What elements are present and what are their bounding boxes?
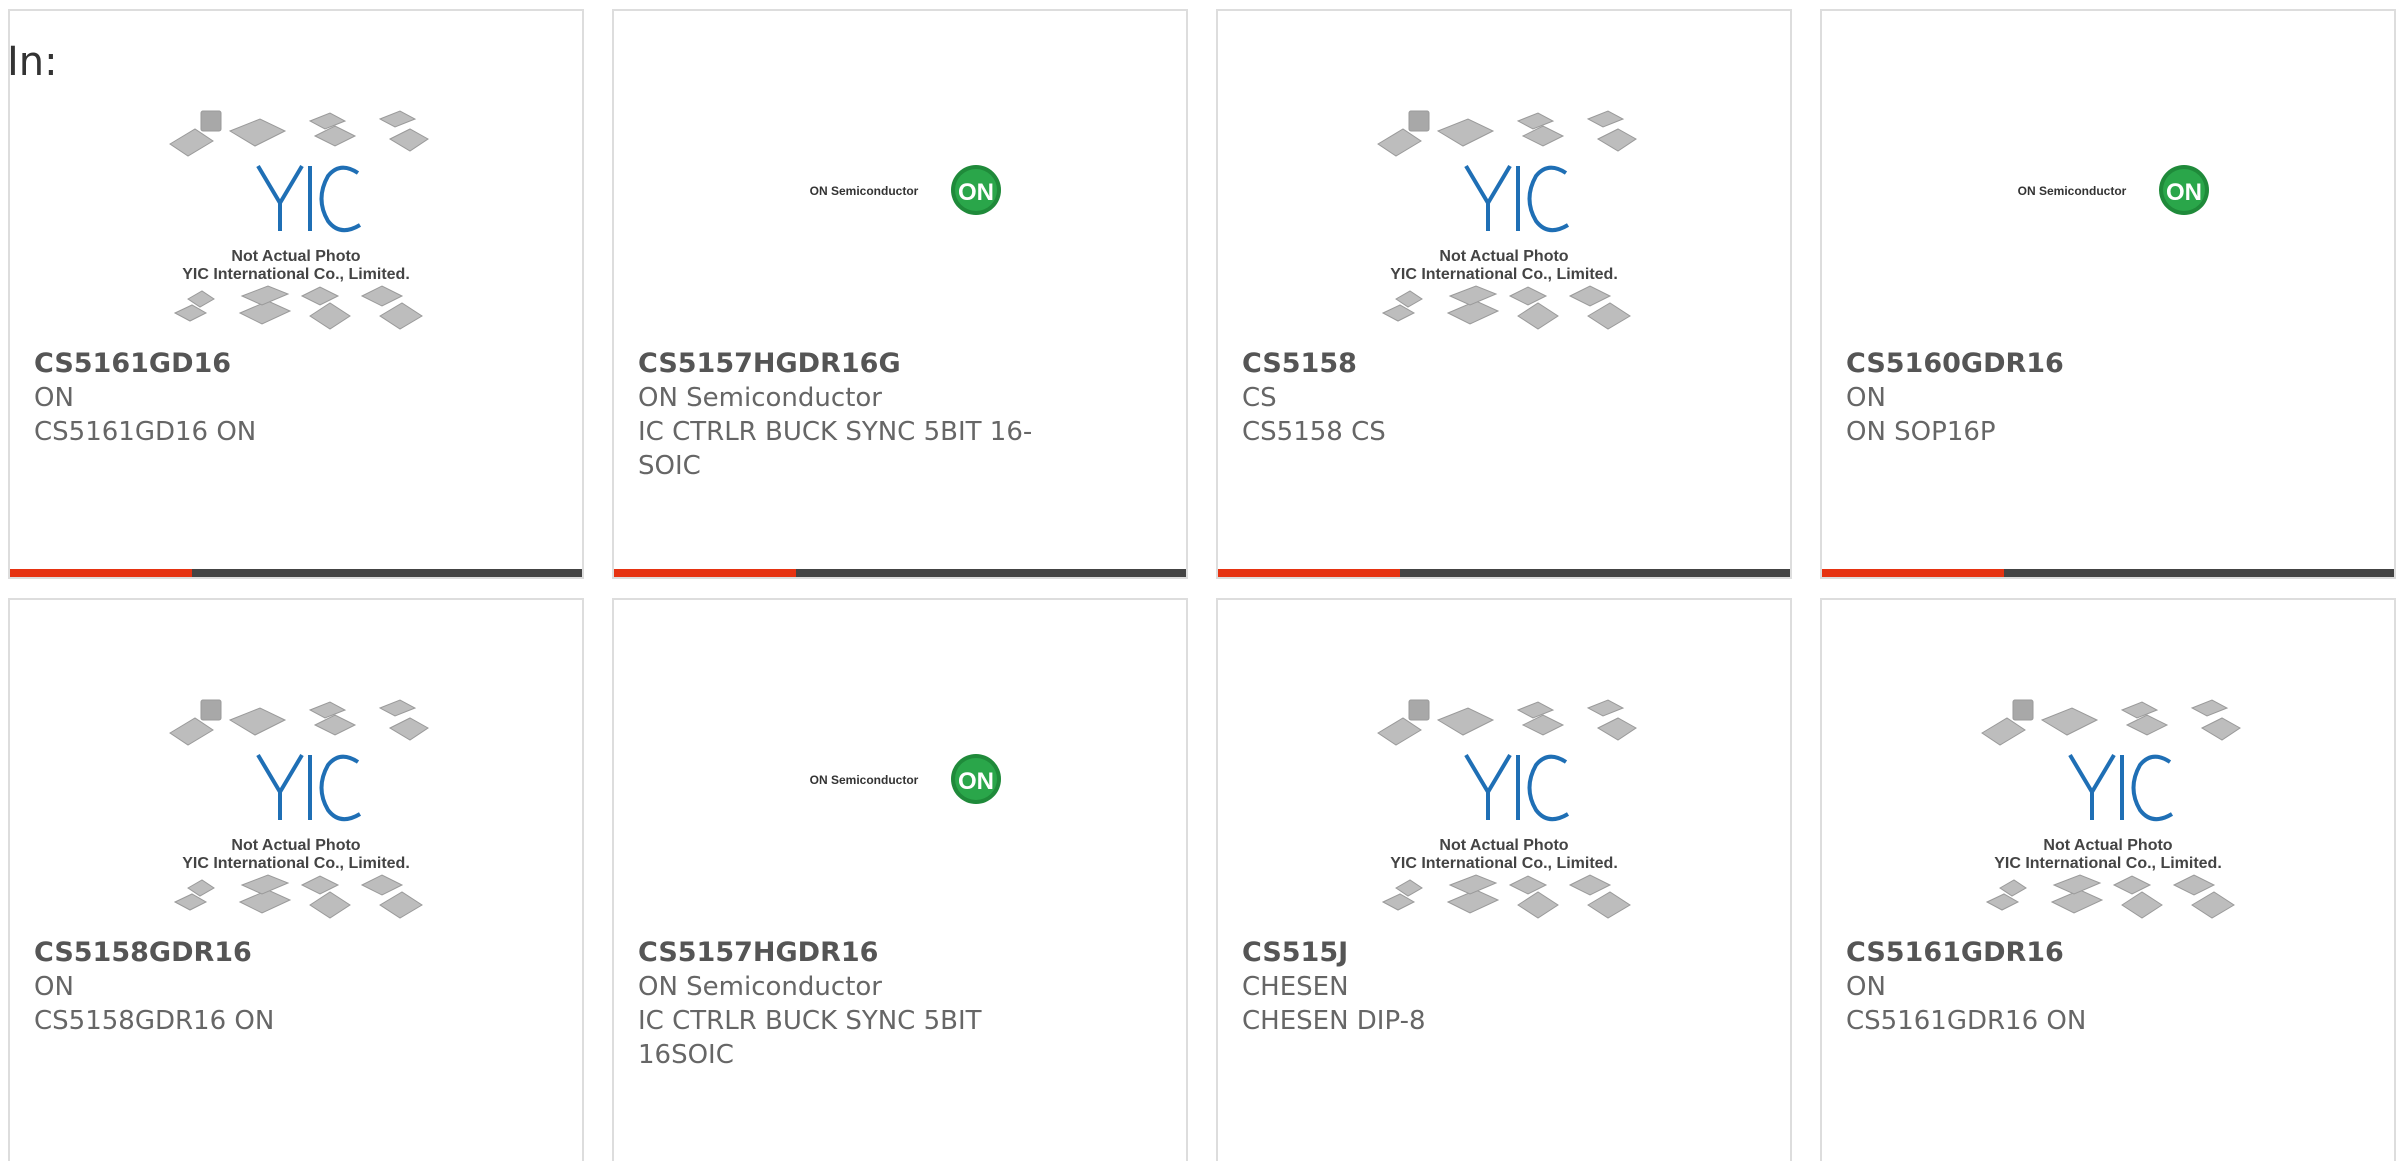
product-info: CS5160GDR16 ON ON SOP16P — [1846, 347, 2276, 449]
product-grid-page: In: Not Actual Photo YIC International C… — [0, 0, 2400, 1161]
placeholder-note: Not Actual Photo — [231, 837, 360, 854]
part-number[interactable]: CS515J — [1242, 936, 1672, 970]
product-info: CS5157HGDR16G ON Semiconductor IC CTRLR … — [638, 347, 1068, 483]
product-info: CS5158GDR16 ON CS5158GDR16 ON — [34, 936, 464, 1038]
manufacturer: CHESEN — [1242, 972, 1349, 1002]
product-image[interactable]: ON Semiconductor ON — [1822, 91, 2394, 341]
placeholder-note: Not Actual Photo — [2043, 837, 2172, 854]
yic-placeholder-image: Not Actual Photo YIC International Co., … — [169, 699, 429, 919]
product-info: CS515J CHESEN CHESEN DIP-8 — [1242, 936, 1672, 1038]
manufacturer: ON — [1846, 972, 1886, 1002]
product-info: CS5158 CS CS5158 CS — [1242, 347, 1672, 449]
description: IC CTRLR BUCK SYNC 5BIT 16SOIC — [638, 1006, 982, 1070]
placeholder-company: YIC International Co., Limited. — [1994, 855, 2222, 872]
description: IC CTRLR BUCK SYNC 5BIT 16-SOIC — [638, 417, 1033, 481]
on-badge: ON — [958, 768, 994, 795]
product-card[interactable]: ON Semiconductor ON CS5157HGDR16 ON Semi… — [612, 598, 1188, 1161]
on-semi-logo-image: ON Semiconductor ON — [2018, 165, 2209, 215]
product-info: CS5161GDR16 ON CS5161GDR16 ON — [1846, 936, 2276, 1038]
part-number[interactable]: CS5161GD16 — [34, 347, 464, 381]
placeholder-company: YIC International Co., Limited. — [1390, 855, 1618, 872]
card-accent-bar — [1218, 569, 1400, 577]
manufacturer: ON — [34, 383, 74, 413]
manufacturer: ON — [1846, 383, 1886, 413]
card-accent-bar — [1822, 569, 2004, 577]
product-card[interactable]: ON Semiconductor ON CS5160GDR16 ON ON SO… — [1820, 9, 2396, 579]
description: CS5161GDR16 ON — [1846, 1006, 2087, 1036]
part-number[interactable]: CS5160GDR16 — [1846, 347, 2276, 381]
product-image[interactable]: Not Actual Photo YIC International Co., … — [1218, 91, 1790, 341]
product-image[interactable]: ON Semiconductor ON — [614, 91, 1186, 341]
card-bottom-bar — [614, 569, 1186, 577]
manufacturer: CS — [1242, 383, 1277, 413]
product-card[interactable]: Not Actual Photo YIC International Co., … — [1216, 9, 1792, 579]
part-number[interactable]: CS5158 — [1242, 347, 1672, 381]
card-bottom-bar — [1218, 569, 1790, 577]
yic-placeholder-image: Not Actual Photo YIC International Co., … — [1377, 699, 1637, 919]
product-card[interactable]: Not Actual Photo YIC International Co., … — [8, 9, 584, 579]
product-card[interactable]: Not Actual Photo YIC International Co., … — [1820, 598, 2396, 1161]
yic-placeholder-image: Not Actual Photo YIC International Co., … — [1377, 110, 1637, 330]
description: ON SOP16P — [1846, 417, 1996, 447]
placeholder-company: YIC International Co., Limited. — [182, 855, 410, 872]
product-card[interactable]: Not Actual Photo YIC International Co., … — [8, 598, 584, 1161]
product-image[interactable]: Not Actual Photo YIC International Co., … — [10, 91, 582, 341]
placeholder-note: Not Actual Photo — [1439, 837, 1568, 854]
product-image[interactable]: Not Actual Photo YIC International Co., … — [1822, 680, 2394, 930]
description: CS5161GD16 ON — [34, 417, 257, 447]
product-card[interactable]: ON Semiconductor ON CS5157HGDR16G ON Sem… — [612, 9, 1188, 579]
placeholder-note: Not Actual Photo — [1439, 248, 1568, 265]
product-info: CS5157HGDR16 ON Semiconductor IC CTRLR B… — [638, 936, 1068, 1072]
product-image[interactable]: Not Actual Photo YIC International Co., … — [1218, 680, 1790, 930]
card-accent-bar — [614, 569, 796, 577]
yic-placeholder-image: Not Actual Photo YIC International Co., … — [1981, 699, 2241, 919]
manufacturer: ON — [34, 972, 74, 1002]
yic-placeholder-image: Not Actual Photo YIC International Co., … — [169, 110, 429, 330]
card-bottom-bar — [1822, 569, 2394, 577]
on-semi-wordmark: ON Semiconductor — [810, 184, 919, 198]
card-bottom-bar — [10, 569, 582, 577]
product-info: CS5161GD16 ON CS5161GD16 ON — [34, 347, 464, 449]
filter-label: In: — [7, 39, 58, 85]
on-semi-logo-image: ON Semiconductor ON — [810, 165, 1001, 215]
part-number[interactable]: CS5157HGDR16 — [638, 936, 1068, 970]
description: CS5158 CS — [1242, 417, 1386, 447]
on-badge: ON — [958, 179, 994, 206]
on-semi-wordmark: ON Semiconductor — [810, 773, 919, 787]
placeholder-company: YIC International Co., Limited. — [1390, 266, 1618, 283]
product-image[interactable]: Not Actual Photo YIC International Co., … — [10, 680, 582, 930]
description: CS5158GDR16 ON — [34, 1006, 275, 1036]
product-image[interactable]: ON Semiconductor ON — [614, 680, 1186, 930]
on-semi-logo-image: ON Semiconductor ON — [810, 754, 1001, 804]
placeholder-note: Not Actual Photo — [231, 248, 360, 265]
part-number[interactable]: CS5157HGDR16G — [638, 347, 1068, 381]
on-semi-wordmark: ON Semiconductor — [2018, 184, 2127, 198]
description: CHESEN DIP-8 — [1242, 1006, 1426, 1036]
card-accent-bar — [10, 569, 192, 577]
on-badge: ON — [2166, 179, 2202, 206]
placeholder-company: YIC International Co., Limited. — [182, 266, 410, 283]
manufacturer: ON Semiconductor — [638, 383, 882, 413]
part-number[interactable]: CS5161GDR16 — [1846, 936, 2276, 970]
product-card[interactable]: Not Actual Photo YIC International Co., … — [1216, 598, 1792, 1161]
part-number[interactable]: CS5158GDR16 — [34, 936, 464, 970]
manufacturer: ON Semiconductor — [638, 972, 882, 1002]
